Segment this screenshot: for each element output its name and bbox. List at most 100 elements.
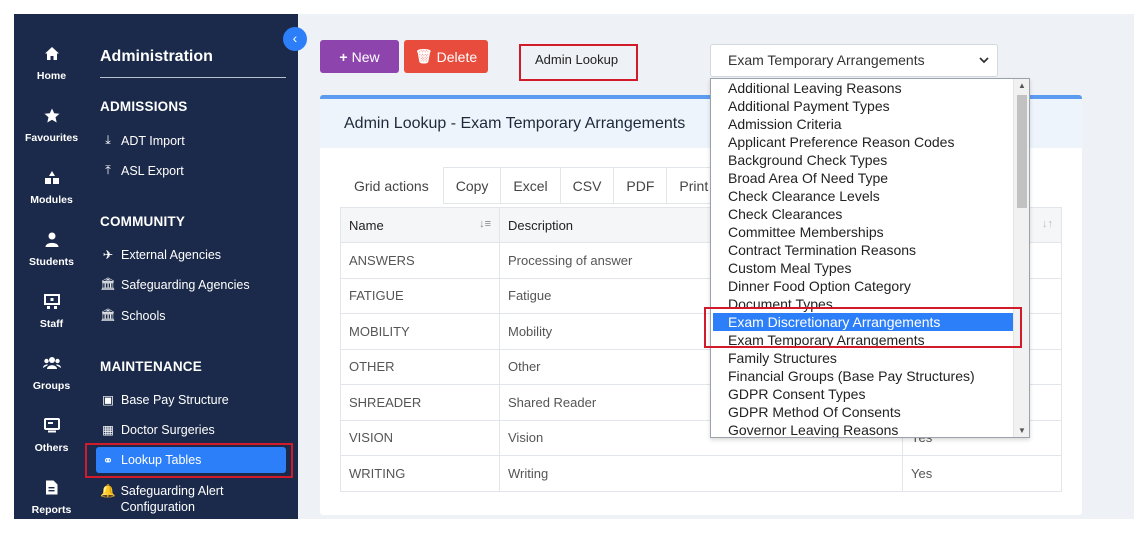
cell-flag: Yes: [902, 455, 1062, 492]
cell-description: Writing: [499, 455, 903, 492]
sidebar-item-label: Schools: [121, 308, 166, 323]
dropdown-option[interactable]: Family Structures: [711, 349, 1015, 367]
sidebar-item-doctor-surgeries[interactable]: ▦ Doctor Surgeries: [100, 422, 215, 438]
annotation-box-exam-arrangements: [704, 307, 1022, 348]
user-icon: [14, 232, 89, 254]
rail-students[interactable]: Students: [14, 224, 89, 280]
dropdown-option[interactable]: Broad Area Of Need Type: [711, 169, 1015, 187]
dropdown-option[interactable]: GDPR Method Of Consents: [711, 403, 1015, 421]
rail-staff[interactable]: Staff: [14, 286, 89, 342]
dropdown-option[interactable]: Custom Meal Types: [711, 259, 1015, 277]
cell-name: MOBILITY: [340, 313, 500, 350]
trash-icon: 🗑: [414, 48, 433, 64]
rail-label: Others: [34, 442, 69, 454]
reports-icon: [14, 480, 89, 502]
delete-button[interactable]: 🗑 Delete: [404, 40, 488, 73]
rail-label: Home: [36, 70, 67, 82]
home-icon: [14, 46, 89, 68]
chevron-down-icon: [979, 53, 989, 67]
sidebar-item-label: Safeguarding Agencies: [121, 277, 250, 292]
rail-label: Students: [29, 256, 74, 268]
sort-icon: ↓↑: [1042, 218, 1053, 230]
sidebar-item-label: ASL Export: [121, 163, 184, 178]
main-content: + New 🗑 Delete Admin Lookup Exam Tempora…: [298, 14, 1134, 519]
hospital-icon: ▦: [102, 423, 114, 437]
sidebar-item-asl-export[interactable]: ⤒ ASL Export: [100, 163, 184, 178]
cell-name: ANSWERS: [340, 242, 500, 279]
scrollbar-thumb[interactable]: [1017, 95, 1027, 208]
section-heading-admissions: ADMISSIONS: [100, 99, 188, 114]
sidebar-item-safeguarding-agencies[interactable]: 🏛 Safeguarding Agencies: [100, 277, 250, 292]
rail-label: Staff: [39, 318, 64, 330]
section-heading-community: COMMUNITY: [100, 214, 186, 229]
copy-button[interactable]: Copy: [442, 167, 502, 204]
lookup-dropdown-list[interactable]: Additional Leaving Reasons Additional Pay…: [710, 78, 1030, 438]
cell-name: FATIGUE: [340, 277, 500, 314]
scroll-up-arrow-icon[interactable]: ▲: [1014, 81, 1029, 90]
excel-button[interactable]: Excel: [501, 167, 561, 204]
table-row[interactable]: WRITING Writing Yes: [340, 455, 1062, 492]
grid-actions-bar: Grid actions Copy Excel CSV PDF Print: [340, 167, 722, 204]
collapse-sidebar-button[interactable]: ‹: [283, 27, 307, 51]
sidebar-item-label: ADT Import: [121, 133, 185, 148]
lookup-select[interactable]: Exam Temporary Arrangements: [710, 44, 998, 77]
app-frame: Home Favourites Modules Students Staff G…: [14, 14, 1134, 519]
column-header-name[interactable]: Name ↓≡: [340, 207, 500, 243]
rail-modules[interactable]: Modules: [14, 162, 89, 218]
star-icon: [14, 108, 89, 130]
dropdown-option[interactable]: Contract Termination Reasons: [711, 241, 1015, 259]
dropdown-option[interactable]: Governor Leaving Reasons: [711, 421, 1015, 437]
rail-label: Favourites: [24, 132, 79, 144]
scroll-down-arrow-icon[interactable]: ▼: [1014, 426, 1029, 435]
staff-icon: [14, 294, 89, 316]
column-header-label: Description: [508, 217, 574, 233]
dropdown-option[interactable]: Additional Payment Types: [711, 97, 1015, 115]
dropdown-scrollbar[interactable]: ▲ ▼: [1013, 79, 1029, 437]
sidebar-item-safeguarding-alert-configuration[interactable]: 🔔 Safeguarding Alert Configuration: [100, 483, 270, 515]
rail-others[interactable]: Others: [14, 410, 89, 466]
sidebar-item-adt-import[interactable]: ⤓ ADT Import: [100, 133, 185, 148]
dropdown-option[interactable]: Financial Groups (Base Pay Structures): [711, 367, 1015, 385]
sort-asc-icon: ↓≡: [479, 218, 491, 230]
modules-icon: [14, 170, 89, 192]
annotation-box-lookup-tables: [85, 443, 293, 478]
column-header-label: Name: [349, 217, 384, 233]
sidebar-item-schools[interactable]: 🏛 Schools: [100, 308, 165, 323]
sidebar-item-external-agencies[interactable]: ✈ External Agencies: [100, 247, 221, 263]
section-heading-maintenance: MAINTENANCE: [100, 359, 202, 374]
dropdown-option[interactable]: Check Clearances: [711, 205, 1015, 223]
sidebar-item-base-pay-structure[interactable]: ▣ Base Pay Structure: [100, 392, 229, 408]
cell-name: VISION: [340, 419, 500, 456]
others-icon: [14, 418, 89, 440]
dropdown-option[interactable]: Check Clearance Levels: [711, 187, 1015, 205]
school-icon: 🏛: [100, 308, 116, 322]
grid-actions-label: Grid actions: [340, 167, 443, 204]
dropdown-option[interactable]: GDPR Consent Types: [711, 385, 1015, 403]
rail-favourites[interactable]: Favourites: [14, 100, 89, 156]
dropdown-option[interactable]: Dinner Food Option Category: [711, 277, 1015, 295]
cell-name: OTHER: [340, 348, 500, 385]
rail-reports[interactable]: Reports: [14, 472, 89, 519]
dropdown-option[interactable]: Additional Leaving Reasons: [711, 79, 1015, 97]
plus-circle-icon: +: [339, 48, 348, 65]
sidebar-divider: [100, 77, 286, 78]
groups-icon: [14, 356, 89, 378]
pdf-button[interactable]: PDF: [614, 167, 668, 204]
dropdown-option[interactable]: Background Check Types: [711, 151, 1015, 169]
rail-label: Reports: [31, 504, 72, 516]
dropdown-option[interactable]: Applicant Preference Reason Codes: [711, 133, 1015, 151]
rail-home[interactable]: Home: [14, 38, 89, 94]
lookup-select-value: Exam Temporary Arrangements: [728, 52, 925, 68]
building-icon: 🏛: [100, 277, 116, 291]
icon-rail: Home Favourites Modules Students Staff G…: [14, 14, 89, 519]
new-button-label: New: [351, 48, 380, 65]
dropdown-option[interactable]: Admission Criteria: [711, 115, 1015, 133]
cell-name: WRITING: [340, 455, 500, 492]
new-button[interactable]: + New: [320, 40, 399, 73]
card-title: Admin Lookup - Exam Temporary Arrangemen…: [344, 115, 686, 132]
delete-button-label: Delete: [436, 48, 478, 65]
rail-groups[interactable]: Groups: [14, 348, 89, 404]
dropdown-option[interactable]: Committee Memberships: [711, 223, 1015, 241]
rail-label: Modules: [30, 194, 73, 206]
csv-button[interactable]: CSV: [560, 167, 615, 204]
